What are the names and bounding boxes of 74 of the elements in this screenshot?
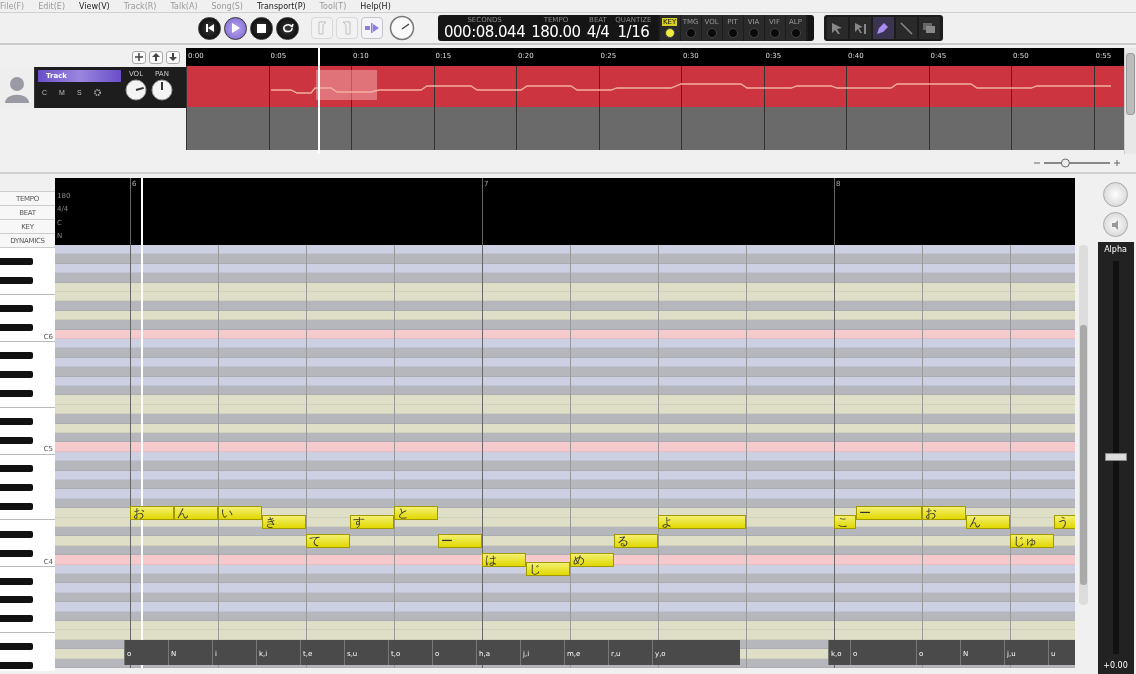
menu-item[interactable]: View(V)	[79, 1, 110, 11]
sharp-key[interactable]	[0, 549, 33, 557]
tool-button[interactable]	[826, 17, 848, 39]
tool-button[interactable]	[895, 17, 917, 39]
menu-item[interactable]: Help(H)	[360, 1, 391, 11]
sharp-key[interactable]	[0, 615, 33, 623]
pointer-icon	[853, 21, 867, 35]
play-button[interactable]	[224, 16, 247, 40]
toolbar-button[interactable]	[361, 17, 383, 39]
tool-button[interactable]	[849, 17, 871, 39]
dial-icon[interactable]	[389, 15, 415, 41]
sharp-key[interactable]	[0, 389, 33, 397]
sharp-key[interactable]	[0, 277, 33, 285]
note[interactable]: じ	[526, 562, 570, 577]
speaker-button[interactable]	[1103, 212, 1128, 237]
pointer-icon	[831, 21, 844, 35]
display-value: 180.00	[531, 24, 581, 40]
sharp-key[interactable]	[0, 577, 33, 585]
sharp-key[interactable]	[0, 352, 33, 360]
play-icon	[230, 22, 241, 34]
knob[interactable]	[151, 79, 173, 101]
arrow-down-icon	[169, 53, 177, 61]
stop-button[interactable]	[250, 16, 273, 40]
note[interactable]: す	[350, 515, 394, 530]
display-value: 000:08.044	[444, 24, 526, 40]
sharp-key[interactable]	[0, 305, 33, 313]
sharp-key[interactable]	[0, 258, 33, 266]
fader-thumb[interactable]	[1104, 452, 1127, 461]
sharp-key[interactable]	[0, 502, 33, 510]
tool-button[interactable]	[872, 17, 894, 39]
pencil-icon	[876, 21, 891, 35]
note[interactable]: ん	[966, 515, 1010, 530]
sharp-key[interactable]	[0, 418, 33, 426]
bracket-icon	[342, 21, 352, 35]
sharp-key[interactable]	[0, 483, 33, 491]
knob[interactable]	[125, 79, 147, 101]
channel-label: Alpha	[1104, 244, 1127, 256]
move-up-button[interactable]	[149, 50, 163, 64]
scrollbar[interactable]	[1124, 48, 1136, 154]
loop-button[interactable]	[276, 16, 299, 40]
move-down-button[interactable]	[166, 50, 180, 64]
scrollbar[interactable]	[1079, 245, 1088, 605]
note[interactable]: よ	[658, 515, 746, 530]
display-value: 4/4	[586, 24, 610, 40]
sharp-key[interactable]	[0, 662, 33, 670]
arrow-up-icon	[152, 53, 160, 61]
sharp-key[interactable]	[0, 530, 33, 538]
stop-icon	[257, 23, 266, 33]
sharp-key[interactable]	[0, 436, 33, 444]
slider-thumb[interactable]	[1060, 158, 1070, 168]
fader-value: +0.00	[1103, 660, 1128, 672]
note[interactable]: う	[1054, 515, 1075, 530]
plus-icon	[135, 53, 143, 61]
loop-icon	[281, 23, 294, 33]
add-track-button[interactable]	[132, 50, 146, 64]
sharp-key[interactable]	[0, 324, 33, 332]
note[interactable]: こ	[834, 515, 856, 530]
sharp-key[interactable]	[0, 643, 33, 651]
layers-icon	[922, 22, 937, 34]
gear-icon[interactable]	[93, 89, 101, 96]
arrow-right-icon	[364, 22, 380, 34]
sharp-key[interactable]	[0, 371, 33, 379]
bracket-icon	[317, 21, 327, 35]
line-icon	[899, 21, 913, 35]
note[interactable]: き	[262, 515, 306, 530]
menu-item[interactable]: Transport(P)	[256, 1, 306, 11]
zoom-slider[interactable]	[1032, 158, 1122, 168]
speaker-icon	[1110, 219, 1121, 230]
skip-back-icon	[204, 23, 215, 33]
sharp-key[interactable]	[0, 596, 33, 604]
display-value: 1/16	[617, 24, 650, 40]
rewind-button[interactable]	[198, 16, 221, 40]
selection-highlight	[316, 70, 377, 100]
tool-button[interactable]	[918, 17, 940, 39]
